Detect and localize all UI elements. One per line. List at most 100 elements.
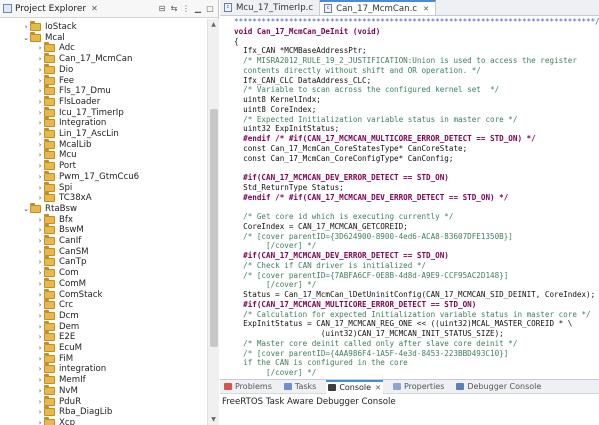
console-title: FreeRTOS Task Aware Debugger Console — [222, 397, 396, 407]
tree-item-label: FlsLoader — [59, 96, 101, 107]
chevron-right-icon[interactable]: › — [36, 184, 44, 192]
chevron-right-icon[interactable]: › — [36, 398, 44, 406]
chevron-right-icon[interactable]: › — [36, 258, 44, 266]
tree-item-label: ComM — [59, 278, 87, 289]
chevron-right-icon[interactable]: › — [36, 355, 44, 363]
bottom-tab[interactable]: Console ✕ — [326, 379, 383, 394]
project-tree-scrollbar[interactable]: ▲ ▼ — [207, 19, 219, 425]
bottom-tab-label: Properties — [403, 382, 445, 391]
minimize-icon[interactable]: ▁ — [193, 4, 203, 14]
chevron-right-icon[interactable]: › — [36, 344, 44, 352]
folder-icon — [44, 384, 55, 395]
chevron-right-icon[interactable]: › — [36, 151, 44, 159]
close-icon[interactable]: ✕ — [91, 4, 98, 13]
editor-tab[interactable]: c Mcu_17_TimerIp.c — [220, 0, 321, 15]
scrollbar-thumb[interactable] — [210, 109, 218, 347]
collapse-all-icon[interactable]: ⊟ — [157, 4, 167, 14]
folder-icon — [44, 416, 55, 425]
code-line: Status = Can_17_McmCan_lDetUninitConfig(… — [234, 290, 596, 299]
chevron-right-icon[interactable]: › — [36, 55, 44, 63]
folder-icon — [44, 160, 55, 171]
tree-item-label: Dio — [59, 64, 74, 75]
close-icon[interactable]: ✕ — [423, 5, 429, 13]
folder-icon — [44, 149, 55, 160]
code-line: /* Expected Initialization variable stat… — [234, 114, 518, 124]
chevron-right-icon[interactable]: › — [36, 419, 44, 425]
close-icon[interactable]: ✕ — [375, 384, 381, 392]
chevron-right-icon[interactable]: › — [36, 323, 44, 331]
chevron-right-icon[interactable]: › — [36, 226, 44, 234]
chevron-right-icon[interactable]: › — [36, 162, 44, 170]
bottom-tab[interactable]: Tasks — [282, 380, 318, 394]
chevron-right-icon[interactable]: › — [36, 98, 44, 106]
tree-item[interactable]: › Xcp — [36, 416, 76, 425]
code-line: ****************************************… — [234, 17, 599, 26]
chevron-right-icon[interactable]: › — [36, 291, 44, 299]
chevron-right-icon[interactable]: › — [36, 109, 44, 117]
project-explorer-title: Project Explorer — [15, 3, 87, 14]
code-line: #if(CAN_17_MCMCAN_DEV_ERROR_DETECT == ST… — [234, 173, 449, 182]
folder-icon — [44, 309, 55, 320]
folder-icon — [44, 53, 55, 64]
folder-icon — [44, 256, 55, 267]
tree-item-label: RtaBsw — [45, 203, 78, 214]
chevron-right-icon[interactable]: › — [36, 194, 44, 202]
folder-icon — [44, 395, 55, 406]
chevron-down-icon[interactable]: ⌄ — [22, 34, 30, 42]
tasks-icon — [283, 383, 292, 390]
code-line: /* MISRA2012_RULE_19_2_JUSTIFICATION:Uni… — [234, 56, 577, 65]
link-editor-icon[interactable]: ⇆ — [169, 4, 179, 14]
folder-icon — [30, 21, 41, 31]
maximize-icon[interactable]: ▢ — [205, 4, 215, 14]
code-line: Std_ReturnType Status; — [234, 182, 344, 192]
bottom-tab[interactable]: Properties — [391, 380, 446, 394]
chevron-right-icon[interactable]: › — [36, 376, 44, 384]
folder-icon — [44, 406, 55, 417]
tree-item-label: Fls_17_Dmu — [59, 86, 111, 97]
folder-icon — [44, 320, 55, 331]
chevron-right-icon[interactable]: › — [36, 387, 44, 395]
project-explorer-panel: Project Explorer ✕ ⊟ ⇆ ⋮ ▁ ▢ › IoStack ⌄ Mc… — [0, 0, 219, 425]
bottom-tab[interactable]: Problems — [222, 380, 274, 394]
folder-icon — [44, 74, 55, 85]
bottom-tab-label: Problems — [235, 382, 272, 391]
chevron-right-icon[interactable]: › — [36, 173, 44, 181]
chevron-right-icon[interactable]: › — [36, 87, 44, 95]
bottom-tab-label: Debugger Console — [467, 382, 542, 391]
code-editor: c Mcu_17_TimerIp.c c Can_17_McmCan.c ✕ *****… — [220, 0, 599, 378]
chevron-right-icon[interactable]: › — [36, 237, 44, 245]
code-line: Ifx_CAN *MCMBaseAddressPtr; — [234, 46, 367, 56]
folder-icon — [44, 331, 55, 342]
chevron-right-icon[interactable]: › — [36, 312, 44, 320]
tree-item-label: Rba_DiagLib — [59, 407, 113, 418]
editor-tab[interactable]: c Can_17_McmCan.c ✕ — [320, 0, 436, 15]
tree-item-label: Xcp — [59, 417, 76, 425]
chevron-down-icon[interactable]: ⌄ — [22, 205, 30, 213]
chevron-right-icon[interactable]: › — [36, 141, 44, 149]
tree-item-label: Crc — [59, 300, 74, 311]
tree-item-label: CanIf — [59, 236, 82, 246]
chevron-right-icon[interactable]: › — [36, 269, 44, 277]
chevron-right-icon[interactable]: › — [36, 365, 44, 373]
chevron-right-icon[interactable]: › — [36, 44, 44, 52]
tree-item-label: Lin_17_AscLin — [59, 129, 119, 139]
chevron-right-icon[interactable]: › — [22, 23, 30, 31]
scroll-up-icon[interactable]: ▲ — [208, 19, 219, 30]
tree-item-label: Com — [59, 268, 79, 279]
view-menu-icon[interactable]: ⋮ — [181, 4, 191, 14]
tree-item-label: Fee — [59, 75, 75, 86]
chevron-right-icon[interactable]: › — [36, 66, 44, 74]
folder-icon — [44, 95, 55, 106]
chevron-right-icon[interactable]: › — [36, 216, 44, 224]
chevron-right-icon[interactable]: › — [36, 280, 44, 288]
chevron-right-icon[interactable]: › — [36, 130, 44, 138]
code-area[interactable]: ****************************************… — [220, 17, 599, 378]
chevron-right-icon[interactable]: › — [36, 119, 44, 127]
chevron-right-icon[interactable]: › — [36, 248, 44, 256]
bottom-tab[interactable]: Debugger Console — [454, 380, 543, 394]
chevron-right-icon[interactable]: › — [36, 301, 44, 309]
chevron-right-icon[interactable]: › — [36, 333, 44, 341]
chevron-right-icon[interactable]: › — [36, 408, 44, 416]
scroll-down-icon[interactable]: ▼ — [208, 414, 219, 425]
chevron-right-icon[interactable]: › — [36, 77, 44, 85]
